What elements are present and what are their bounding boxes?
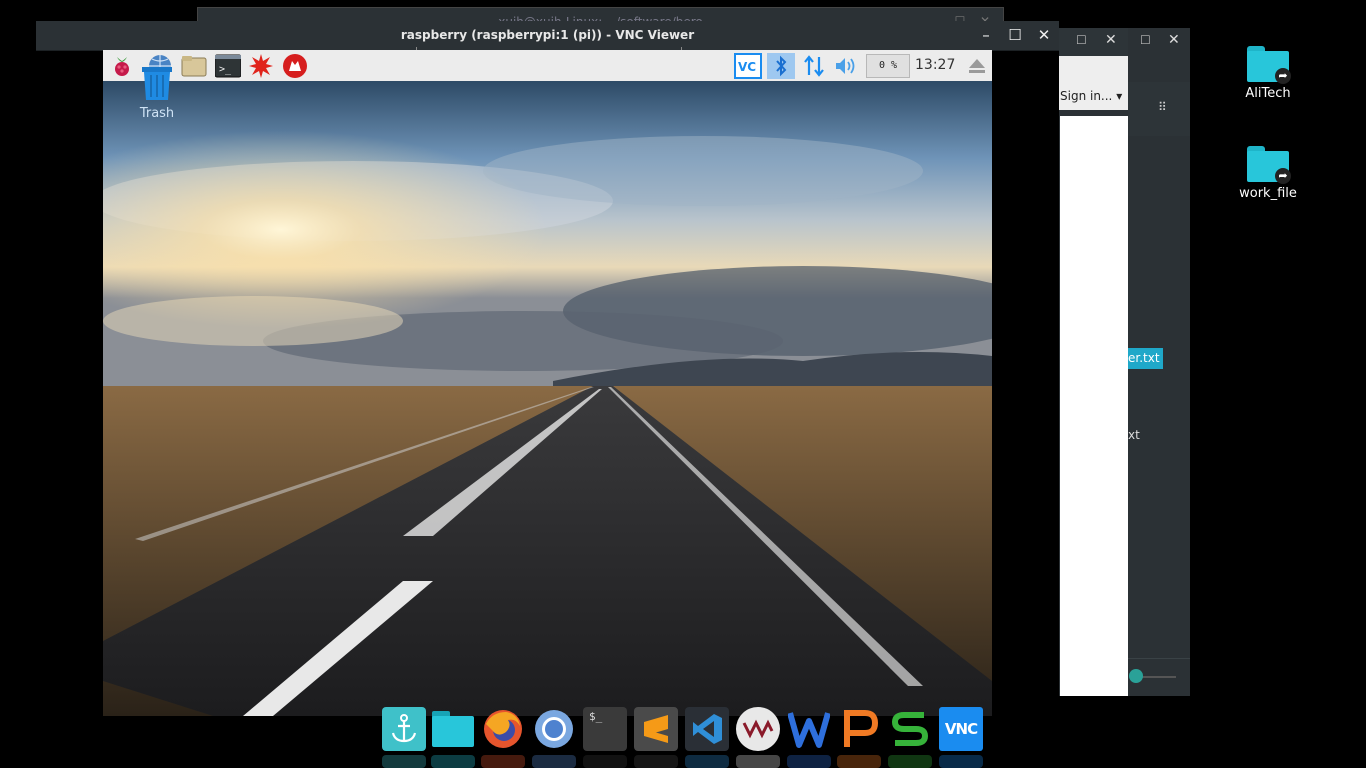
dock-reflection (685, 755, 729, 768)
dock-anchor-app-icon[interactable] (382, 707, 426, 751)
wallpaper-road[interactable] (103, 81, 992, 716)
files-statusbar-divider (1128, 658, 1190, 659)
desktop-icon-label: work_file (1239, 186, 1297, 201)
browser-close-icon[interactable]: ✕ (1105, 32, 1117, 48)
desktop-icon-work-file[interactable]: ➦ work_file (1223, 146, 1313, 201)
trash-label: Trash (139, 106, 175, 121)
files-toolbar: ⠿ (1128, 82, 1190, 136)
dock-reflection (532, 755, 576, 768)
dock-vscode-icon[interactable] (685, 707, 729, 751)
dock-reflection (382, 755, 426, 768)
vnc-viewer-window[interactable]: raspberry (raspberrypi:1 (pi)) - VNC Vie… (36, 21, 1059, 716)
dock: $_ VNC (380, 707, 990, 768)
network-icon[interactable] (800, 53, 828, 79)
dock-wps-writer-icon[interactable] (787, 707, 831, 751)
files-close-icon[interactable]: ✕ (1168, 32, 1180, 48)
vnc-titlebar[interactable]: raspberry (raspberrypi:1 (pi)) - VNC Vie… (36, 21, 1059, 56)
browser-maximize-icon[interactable]: ☐ (1076, 33, 1087, 47)
files-maximize-icon[interactable]: ☐ (1140, 33, 1151, 47)
file-manager-icon[interactable] (181, 53, 207, 79)
maximize-icon[interactable]: ☐ (1006, 26, 1024, 44)
dock-terminal-icon[interactable]: $_ (583, 707, 627, 751)
dock-chromium-icon[interactable] (532, 707, 576, 751)
dock-reflection (736, 755, 780, 768)
signin-label: Sign in... (1060, 89, 1113, 103)
dock-reflection (888, 755, 932, 768)
dock-reflection (939, 755, 983, 768)
dock-reflection (787, 755, 831, 768)
browser-page[interactable] (1060, 116, 1128, 696)
vnc-icon[interactable]: VC (734, 53, 762, 79)
chevron-down-icon: ▾ (1116, 89, 1123, 103)
desktop-icon-alitech[interactable]: ➦ AliTech (1223, 46, 1313, 101)
window-title: raspberry (raspberrypi:1 (pi)) - VNC Vie… (400, 28, 695, 42)
trash-icon (142, 67, 172, 100)
dock-reflection (431, 755, 475, 768)
dock-reflection (837, 755, 881, 768)
burst-app-icon[interactable] (248, 53, 274, 79)
eject-icon[interactable] (963, 53, 991, 79)
dock-vm-app-icon[interactable] (736, 707, 780, 751)
browser-signin-dropdown[interactable]: Sign in... ▾ (1060, 89, 1122, 103)
volume-icon[interactable] (832, 53, 860, 79)
dock-sublime-text-icon[interactable] (634, 707, 678, 751)
bluetooth-icon[interactable] (767, 53, 795, 79)
wolfram-icon[interactable] (282, 53, 308, 79)
cpu-usage-monitor[interactable]: 0 % (866, 54, 910, 78)
dock-reflection (583, 755, 627, 768)
dock-firefox-icon[interactable] (481, 707, 525, 751)
shared-folder-icon: ➦ (1247, 46, 1291, 84)
terminal-icon[interactable]: >_ (215, 53, 241, 79)
raspberry-menu-icon[interactable] (109, 53, 135, 79)
remote-desktop[interactable]: >_ VC 0 % 13:27 Trash (103, 50, 992, 716)
terminal-glyph: $_ (589, 710, 603, 723)
clock[interactable]: 13:27 (915, 57, 955, 73)
minimize-icon[interactable]: – (977, 26, 995, 44)
vnc-glyph: VNC (944, 720, 978, 738)
background-file-manager-window[interactable]: ☐ ✕ ⠿ er.txt xt (1128, 28, 1190, 696)
close-icon[interactable]: ✕ (1035, 26, 1053, 44)
file-item[interactable]: xt (1128, 428, 1140, 442)
selected-file-item[interactable]: er.txt (1128, 348, 1163, 369)
svg-text:VC: VC (738, 60, 756, 74)
dock-reflection (481, 755, 525, 768)
desktop-icon-label: AliTech (1245, 86, 1291, 101)
raspberry-pi-taskbar: >_ VC 0 % 13:27 (103, 50, 992, 82)
dock-wps-spreadsheet-icon[interactable] (888, 707, 932, 751)
shared-folder-icon: ➦ (1247, 146, 1291, 184)
dock-wps-presentation-icon[interactable] (837, 707, 881, 751)
dock-vnc-viewer-icon[interactable]: VNC (939, 707, 983, 751)
desktop-trash[interactable]: Trash (135, 64, 179, 121)
dock-reflection (634, 755, 678, 768)
dock-files-icon[interactable] (431, 707, 475, 751)
grid-view-icon[interactable]: ⠿ (1158, 100, 1167, 114)
svg-text:>_: >_ (219, 64, 232, 75)
zoom-slider-handle[interactable] (1129, 669, 1143, 683)
